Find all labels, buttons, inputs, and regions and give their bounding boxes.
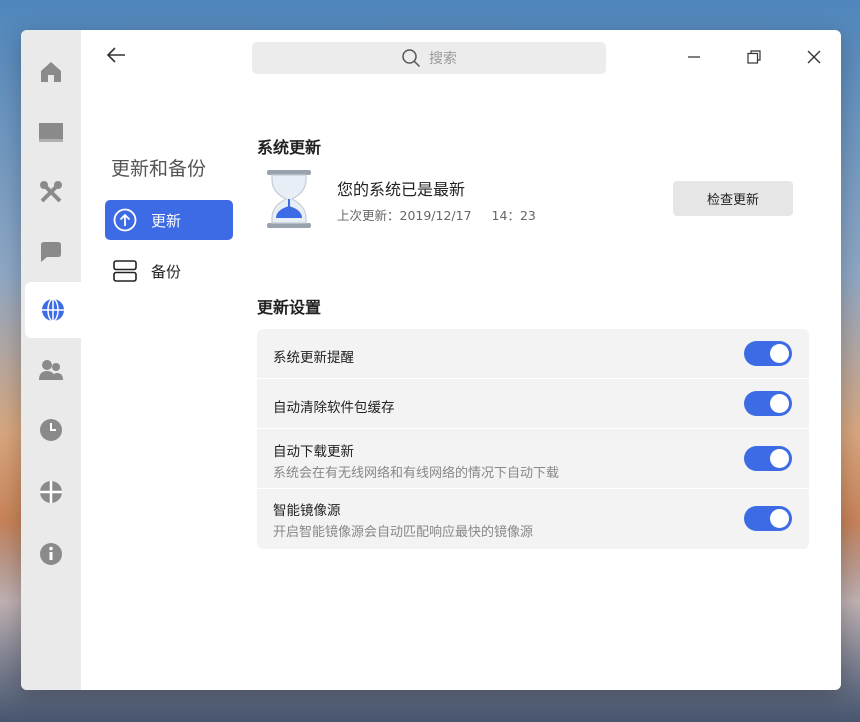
setting-label: 智能镜像源 bbox=[273, 503, 341, 519]
rail-network-button[interactable] bbox=[25, 282, 81, 338]
rail-datetime-button[interactable] bbox=[21, 402, 81, 458]
users-icon bbox=[39, 360, 63, 380]
arrow-up-circle-icon bbox=[113, 208, 137, 232]
search-placeholder: 搜索 bbox=[429, 51, 457, 67]
minimize-icon bbox=[688, 56, 700, 58]
setting-row-clear-cache: 自动清除软件包缓存 bbox=[257, 379, 809, 429]
last-update-date: 上次更新：2019/12/17 bbox=[337, 208, 472, 223]
back-button[interactable] bbox=[103, 42, 129, 68]
rail-home-button[interactable] bbox=[21, 44, 81, 100]
search-input[interactable]: 搜索 bbox=[252, 42, 606, 74]
nav-title: 更新和备份 bbox=[111, 158, 207, 180]
close-icon bbox=[807, 50, 821, 64]
toggle-knob bbox=[770, 344, 789, 363]
last-update-time: 14：23 bbox=[491, 208, 536, 223]
nav-item-label: 更新 bbox=[151, 211, 182, 230]
check-update-button[interactable]: 检查更新 bbox=[673, 181, 793, 216]
tools-icon bbox=[40, 181, 62, 203]
restore-icon bbox=[747, 50, 761, 64]
nav-item-update[interactable]: 更新 bbox=[105, 200, 233, 240]
display-icon bbox=[39, 123, 63, 142]
rail-display-button[interactable] bbox=[21, 104, 81, 160]
chat-bubble-icon bbox=[41, 242, 61, 262]
arrow-left-icon bbox=[106, 47, 125, 63]
close-button[interactable] bbox=[801, 44, 827, 70]
rail-chat-button[interactable] bbox=[21, 224, 81, 280]
setting-description: 系统会在有无线网络和有线网络的情况下自动下载 bbox=[273, 466, 560, 481]
clear-cache-toggle[interactable] bbox=[744, 391, 792, 416]
rail-users-button[interactable] bbox=[21, 342, 81, 398]
globe-icon bbox=[42, 298, 64, 322]
home-icon bbox=[41, 62, 61, 82]
search-icon bbox=[402, 49, 421, 68]
settings-window: 搜索 更新和备份 更新 备份 系统更新 您的系统已是最新 上次更新：2019/1… bbox=[21, 30, 841, 690]
auto-download-toggle[interactable] bbox=[744, 446, 792, 471]
setting-row-auto-download: 自动下载更新 系统会在有无线网络和有线网络的情况下自动下载 bbox=[257, 429, 809, 489]
crosshair-icon bbox=[40, 481, 62, 503]
update-settings-card: 系统更新提醒 自动清除软件包缓存 自动下载更新 系统会在有无线网络和有线网络的情… bbox=[257, 329, 809, 549]
smart-mirror-toggle[interactable] bbox=[744, 506, 792, 531]
rail-about-button[interactable] bbox=[21, 526, 81, 582]
system-update-title: 系统更新 bbox=[257, 138, 322, 157]
backup-stack-icon bbox=[113, 259, 137, 283]
nav-item-backup[interactable]: 备份 bbox=[105, 251, 233, 291]
rail-personalize-button[interactable] bbox=[21, 464, 81, 520]
minimize-button[interactable] bbox=[681, 44, 707, 70]
sidebar-rail bbox=[21, 30, 81, 690]
setting-row-update-reminder: 系统更新提醒 bbox=[257, 329, 809, 379]
setting-label: 自动清除软件包缓存 bbox=[273, 400, 395, 416]
last-update-info: 上次更新：2019/12/17 14：23 bbox=[337, 205, 536, 224]
setting-label: 系统更新提醒 bbox=[273, 350, 354, 366]
setting-description: 开启智能镜像源会自动匹配响应最快的镜像源 bbox=[273, 525, 534, 540]
info-icon bbox=[40, 543, 62, 565]
setting-row-smart-mirror: 智能镜像源 开启智能镜像源会自动匹配响应最快的镜像源 bbox=[257, 489, 809, 549]
hourglass-icon bbox=[267, 170, 311, 228]
clock-icon bbox=[40, 419, 62, 441]
setting-label: 自动下载更新 bbox=[273, 444, 354, 460]
toggle-knob bbox=[770, 449, 789, 468]
update-reminder-toggle[interactable] bbox=[744, 341, 792, 366]
restore-button[interactable] bbox=[741, 44, 767, 70]
toggle-knob bbox=[770, 509, 789, 528]
toggle-knob bbox=[770, 394, 789, 413]
rail-tools-button[interactable] bbox=[21, 164, 81, 220]
update-settings-title: 更新设置 bbox=[257, 298, 322, 317]
nav-item-label: 备份 bbox=[151, 262, 182, 281]
update-status-text: 您的系统已是最新 bbox=[337, 180, 466, 199]
